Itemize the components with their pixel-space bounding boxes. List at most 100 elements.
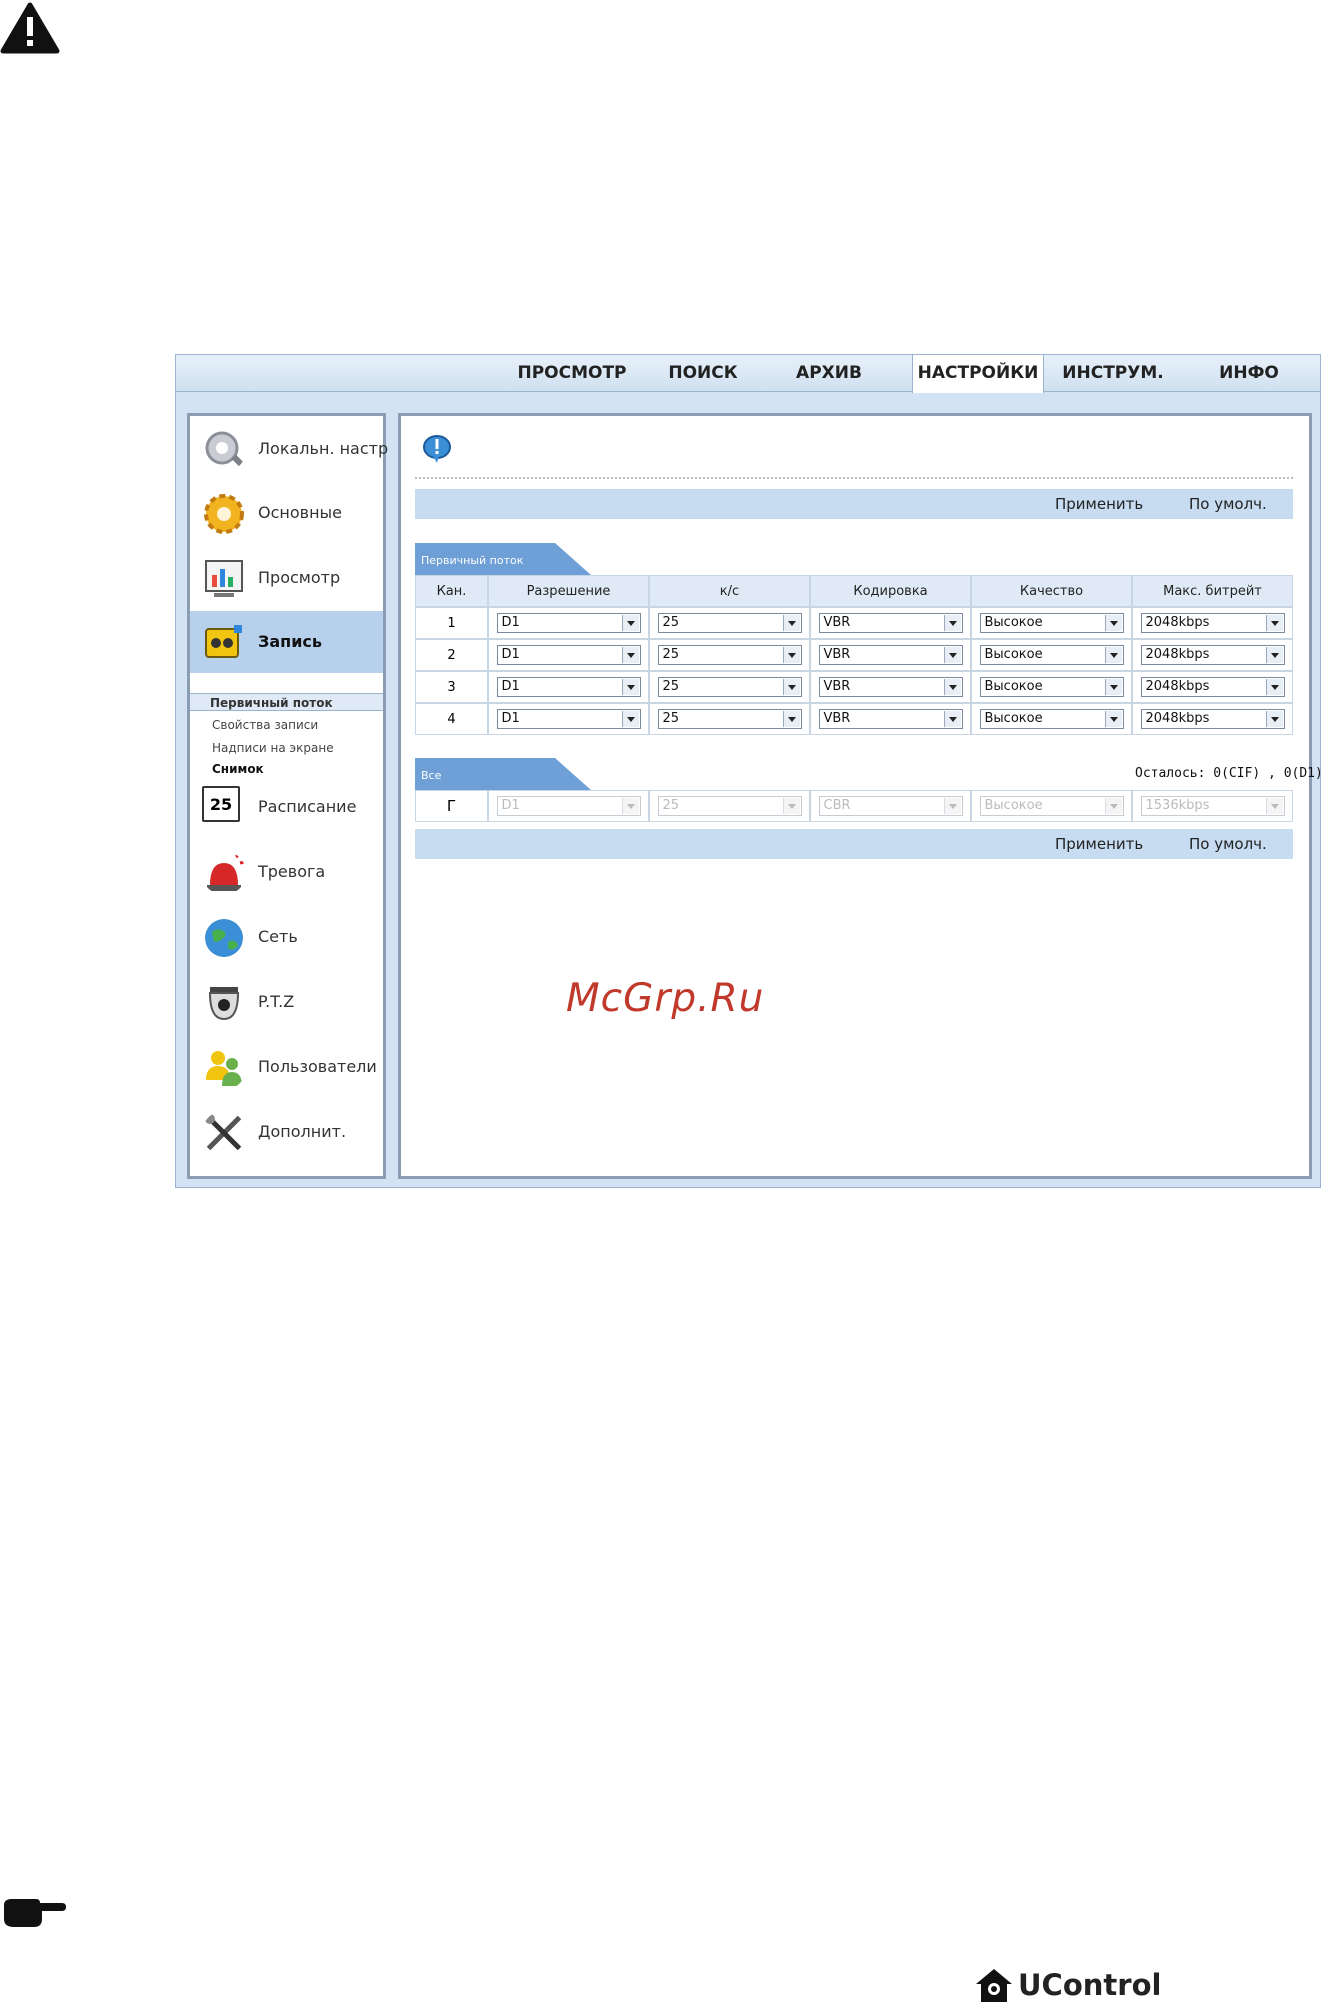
chevron-down-icon bbox=[1265, 798, 1283, 814]
sidebar-item-users[interactable]: Пользователи bbox=[190, 1036, 383, 1098]
cell: Высокое bbox=[971, 790, 1132, 822]
all-fps-select: 25 bbox=[657, 796, 802, 816]
sidebar-item-record[interactable]: Запись bbox=[190, 611, 383, 673]
select-value: 2048kbps bbox=[1145, 679, 1210, 694]
cell: 25 bbox=[649, 639, 810, 671]
cell: 2048kbps bbox=[1132, 671, 1293, 703]
chevron-down-icon bbox=[782, 798, 800, 814]
sidebar-item-network[interactable]: Сеть bbox=[190, 906, 383, 968]
chevron-down-icon bbox=[621, 615, 639, 631]
tools-icon bbox=[205, 1114, 242, 1151]
chevron-down-icon bbox=[1265, 679, 1283, 695]
apply-all-checkbox[interactable]: Г bbox=[415, 790, 488, 822]
divider bbox=[415, 477, 1293, 479]
resolution-select[interactable]: D1 bbox=[496, 645, 641, 665]
cell: 1536kbps bbox=[1132, 790, 1293, 822]
tab-archive[interactable]: АРХИВ bbox=[772, 355, 886, 391]
sidebar-item-ptz[interactable]: P.T.Z bbox=[190, 971, 383, 1033]
house-logo-icon bbox=[976, 1969, 1012, 2002]
sidebar-item-alarm[interactable]: Тревога bbox=[190, 841, 383, 903]
fps-select[interactable]: 25 bbox=[657, 709, 802, 729]
sidebar-label: Основные bbox=[258, 503, 343, 522]
chevron-down-icon bbox=[943, 679, 961, 695]
fps-select[interactable]: 25 bbox=[657, 613, 802, 633]
encoding-select[interactable]: VBR bbox=[818, 645, 963, 665]
chevron-down-icon bbox=[943, 615, 961, 631]
sidebar-label: Сеть bbox=[258, 927, 298, 946]
tab-search[interactable]: ПОИСК bbox=[646, 355, 760, 391]
apply-button[interactable]: Применить bbox=[1055, 829, 1143, 859]
bitrate-select[interactable]: 2048kbps bbox=[1140, 709, 1285, 729]
tab-preview[interactable]: ПРОСМОТР bbox=[506, 355, 638, 391]
remaining-capacity: Осталось: 0(CIF) , 0(D1). bbox=[1135, 766, 1321, 781]
select-value: 1536kbps bbox=[1145, 798, 1210, 813]
default-button[interactable]: По умолч. bbox=[1189, 489, 1267, 519]
chevron-down-icon bbox=[782, 615, 800, 631]
channel-number: 4 bbox=[415, 703, 488, 735]
col-header-quality: Качество bbox=[971, 575, 1132, 607]
all-section-title: Все bbox=[421, 769, 442, 782]
sidebar-item-schedule[interactable]: 25 Расписание bbox=[190, 776, 383, 838]
dome-camera-icon bbox=[208, 987, 240, 1021]
tab-info[interactable]: ИНФО bbox=[1186, 355, 1312, 391]
encoding-select[interactable]: VBR bbox=[818, 709, 963, 729]
table-row: 2 D1 25 VBR Высокое 2048kbps bbox=[415, 639, 1293, 671]
quality-select[interactable]: Высокое bbox=[979, 677, 1124, 697]
quality-select[interactable]: Высокое bbox=[979, 645, 1124, 665]
sidebar-subitem-primary-stream[interactable]: Первичный поток bbox=[190, 693, 383, 711]
sidebar-subitem-osd[interactable]: Надписи на экране bbox=[212, 741, 334, 755]
table-row: 4 D1 25 VBR Высокое 2048kbps bbox=[415, 703, 1293, 735]
resolution-select[interactable]: D1 bbox=[496, 677, 641, 697]
cell: D1 bbox=[488, 790, 649, 822]
chevron-down-icon bbox=[943, 711, 961, 727]
section-tab-shape bbox=[415, 758, 591, 790]
chart-monitor-icon bbox=[205, 560, 243, 597]
chevron-down-icon bbox=[782, 711, 800, 727]
select-value: D1 bbox=[501, 679, 520, 694]
cell: Высокое bbox=[971, 639, 1132, 671]
sidebar-label: P.T.Z bbox=[258, 992, 295, 1011]
sidebar-label: Локальн. настр bbox=[258, 439, 389, 458]
sidebar-label: Расписание bbox=[258, 797, 357, 816]
cell: 25 bbox=[649, 790, 810, 822]
chevron-down-icon bbox=[1104, 615, 1122, 631]
chevron-down-icon bbox=[1265, 711, 1283, 727]
quality-select[interactable]: Высокое bbox=[979, 709, 1124, 729]
tab-tools[interactable]: ИНСТРУМ. bbox=[1048, 355, 1178, 391]
sidebar-subitem-snapshot[interactable]: Снимок bbox=[212, 762, 264, 776]
default-button[interactable]: По умолч. bbox=[1189, 829, 1267, 859]
quality-select[interactable]: Высокое bbox=[979, 613, 1124, 633]
chevron-down-icon bbox=[621, 679, 639, 695]
sidebar-item-general[interactable]: Основные bbox=[190, 482, 383, 544]
select-value: Высокое bbox=[984, 647, 1043, 662]
select-value: 25 bbox=[662, 798, 680, 813]
col-header-bitrate: Макс. битрейт bbox=[1132, 575, 1293, 607]
select-value: 25 bbox=[662, 711, 680, 726]
select-value: 2048kbps bbox=[1145, 647, 1210, 662]
select-value: 25 bbox=[662, 615, 680, 630]
bitrate-select[interactable]: 2048kbps bbox=[1140, 677, 1285, 697]
dvr-settings-window: ПРОСМОТР ПОИСК АРХИВ НАСТРОЙКИ ИНСТРУМ. … bbox=[175, 354, 1321, 1188]
sidebar-label: Просмотр bbox=[258, 568, 341, 587]
all-encoding-select: CBR bbox=[818, 796, 963, 816]
sidebar-item-local-settings[interactable]: Локальн. настр bbox=[190, 418, 388, 480]
select-value: Высокое bbox=[984, 711, 1043, 726]
sidebar-subitem-record-properties[interactable]: Свойства записи bbox=[212, 718, 318, 732]
resolution-select[interactable]: D1 bbox=[496, 709, 641, 729]
all-channels-table: Г D1 25 CBR Высокое 1536kbps bbox=[415, 790, 1293, 822]
encoding-select[interactable]: VBR bbox=[818, 677, 963, 697]
apply-button[interactable]: Применить bbox=[1055, 489, 1143, 519]
bitrate-select[interactable]: 2048kbps bbox=[1140, 645, 1285, 665]
fps-select[interactable]: 25 bbox=[657, 645, 802, 665]
encoding-select[interactable]: VBR bbox=[818, 613, 963, 633]
tab-settings[interactable]: НАСТРОЙКИ bbox=[912, 354, 1044, 393]
cell: VBR bbox=[810, 703, 971, 735]
sidebar-item-preview[interactable]: Просмотр bbox=[190, 547, 383, 609]
resolution-select[interactable]: D1 bbox=[496, 613, 641, 633]
sidebar-item-advanced[interactable]: Дополнит. bbox=[190, 1101, 383, 1163]
col-header-fps: к/с bbox=[649, 575, 810, 607]
fps-select[interactable]: 25 bbox=[657, 677, 802, 697]
action-bar-bottom: Применить По умолч. bbox=[415, 829, 1293, 859]
bitrate-select[interactable]: 2048kbps bbox=[1140, 613, 1285, 633]
chevron-down-icon bbox=[782, 679, 800, 695]
